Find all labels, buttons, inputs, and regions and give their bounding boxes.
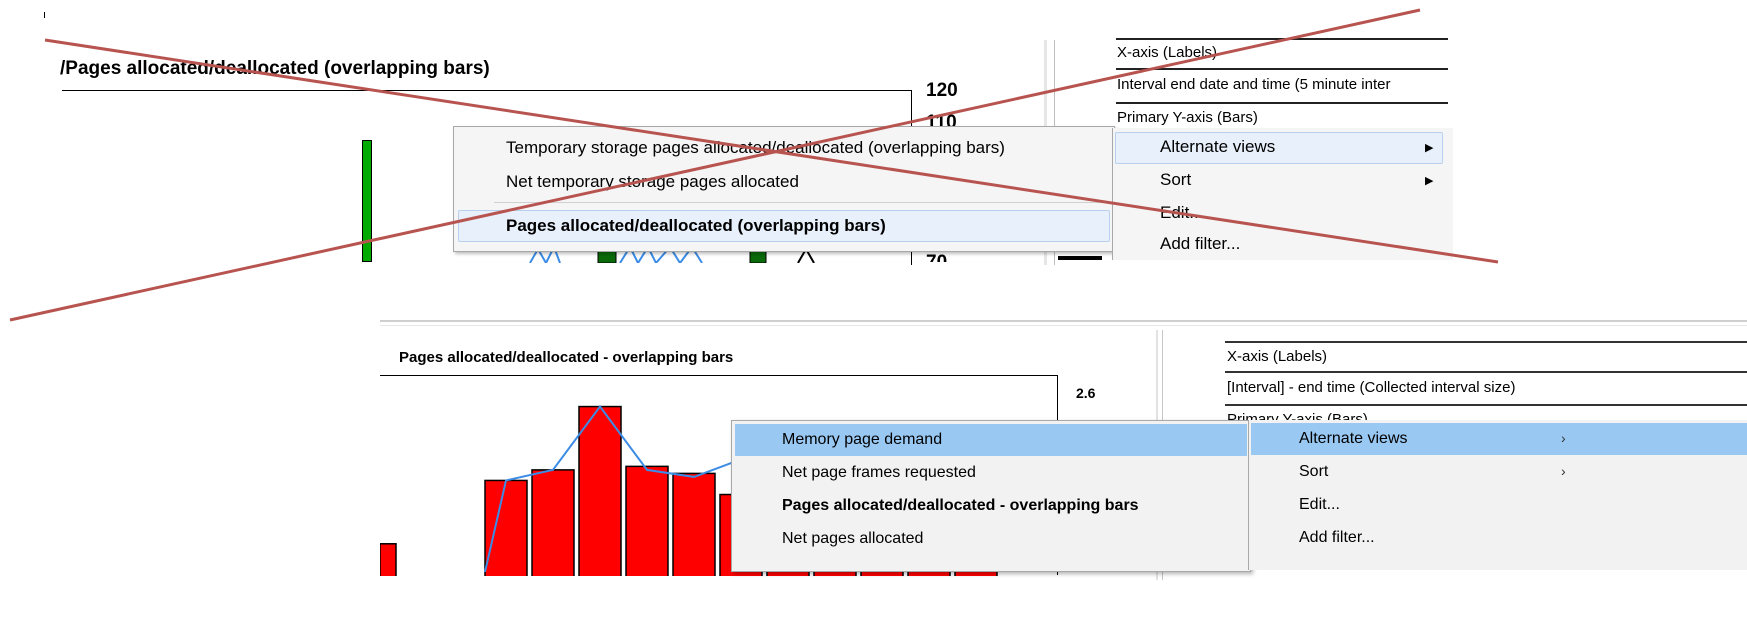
menu-item-add-filter[interactable]: Add filter... (1299, 529, 1375, 547)
x-axis-header: X-axis (Labels) (1117, 44, 1218, 61)
y-tick-label: 2.6 (1076, 385, 1096, 401)
panel-top-border-inner (380, 325, 1747, 326)
menu-item-net-pages-allocated[interactable]: Net pages allocated (782, 530, 923, 548)
chart-bar (380, 543, 397, 576)
context-menu: Alternate views ▶ Sort ▶ Edit... Add fil… (1112, 128, 1453, 260)
menu-item-net-temporary-storage[interactable]: Net temporary storage pages allocated (506, 172, 799, 192)
menu-separator (494, 202, 1110, 203)
menu-item-pages-allocated-deallocated[interactable]: Pages allocated/deallocated - overlappin… (782, 497, 1139, 515)
y-tick-label: 110 (926, 112, 957, 126)
y-tick-label: 70 (926, 252, 947, 262)
submenu-arrow-icon: ▶ (1425, 142, 1434, 154)
chart-bar (625, 465, 669, 576)
chart-bar (578, 405, 622, 576)
chart-bar (672, 472, 716, 576)
primary-y-header: Primary Y-axis (Bars) (1227, 411, 1368, 420)
submenu-arrow-icon: › (1561, 430, 1566, 446)
submenu-arrow-icon: ▶ (1425, 175, 1434, 187)
property-rule (1225, 371, 1747, 373)
corner-tick (44, 12, 45, 18)
chart-border-top (62, 90, 912, 91)
menu-item-sort[interactable]: Sort (1299, 463, 1328, 481)
chart-bar (484, 479, 528, 576)
x-axis-header: X-axis (Labels) (1227, 348, 1328, 365)
menu-item-alternate-views[interactable]: Alternate views (1299, 430, 1408, 448)
menu-item-alternate-views[interactable]: Alternate views (1160, 137, 1275, 157)
menu-item-sort[interactable]: Sort (1160, 170, 1191, 190)
primary-y-header: Primary Y-axis (Bars) (1117, 109, 1258, 126)
property-rule (1225, 404, 1747, 406)
menu-item-memory-page-demand[interactable]: Memory page demand (782, 431, 942, 449)
chart-title: /Pages allocated/deallocated (overlappin… (60, 58, 490, 79)
old-screenshot: /Pages allocated/deallocated (overlappin… (0, 0, 1747, 290)
menu-item-net-page-frames-requested[interactable]: Net page frames requested (782, 464, 976, 482)
property-rule (1225, 341, 1747, 343)
chart-title: Pages allocated/deallocated - overlappin… (399, 349, 734, 366)
chart-bar (531, 469, 575, 576)
menu-item-add-filter[interactable]: Add filter... (1160, 234, 1240, 254)
property-rule (1116, 68, 1448, 70)
menu-item-pages-allocated[interactable]: Pages allocated/deallocated (overlapping… (506, 216, 886, 236)
chart-bar (362, 140, 372, 262)
property-rule (1116, 38, 1448, 40)
alternate-views-submenu: Temporary storage pages allocated/deallo… (453, 126, 1115, 252)
menu-item-edit[interactable]: Edit... (1299, 496, 1340, 514)
x-axis-value[interactable]: [Interval] - end time (Collected interva… (1227, 379, 1515, 396)
context-menu: Alternate views › Sort › Edit... Add fil… (1248, 420, 1747, 570)
panel-top-border (380, 320, 1747, 322)
menu-item-edit[interactable]: Edit... (1160, 203, 1203, 223)
legend-swatch (1058, 256, 1102, 260)
property-rule (1116, 102, 1448, 104)
y-tick-label: 120 (926, 80, 958, 101)
x-axis-value[interactable]: Interval end date and time (5 minute int… (1117, 76, 1447, 93)
submenu-arrow-icon: › (1561, 463, 1566, 479)
menu-item-temporary-storage-pages[interactable]: Temporary storage pages allocated/deallo… (506, 138, 1005, 158)
alternate-views-submenu: Memory page demand Net page frames reque… (731, 420, 1251, 572)
